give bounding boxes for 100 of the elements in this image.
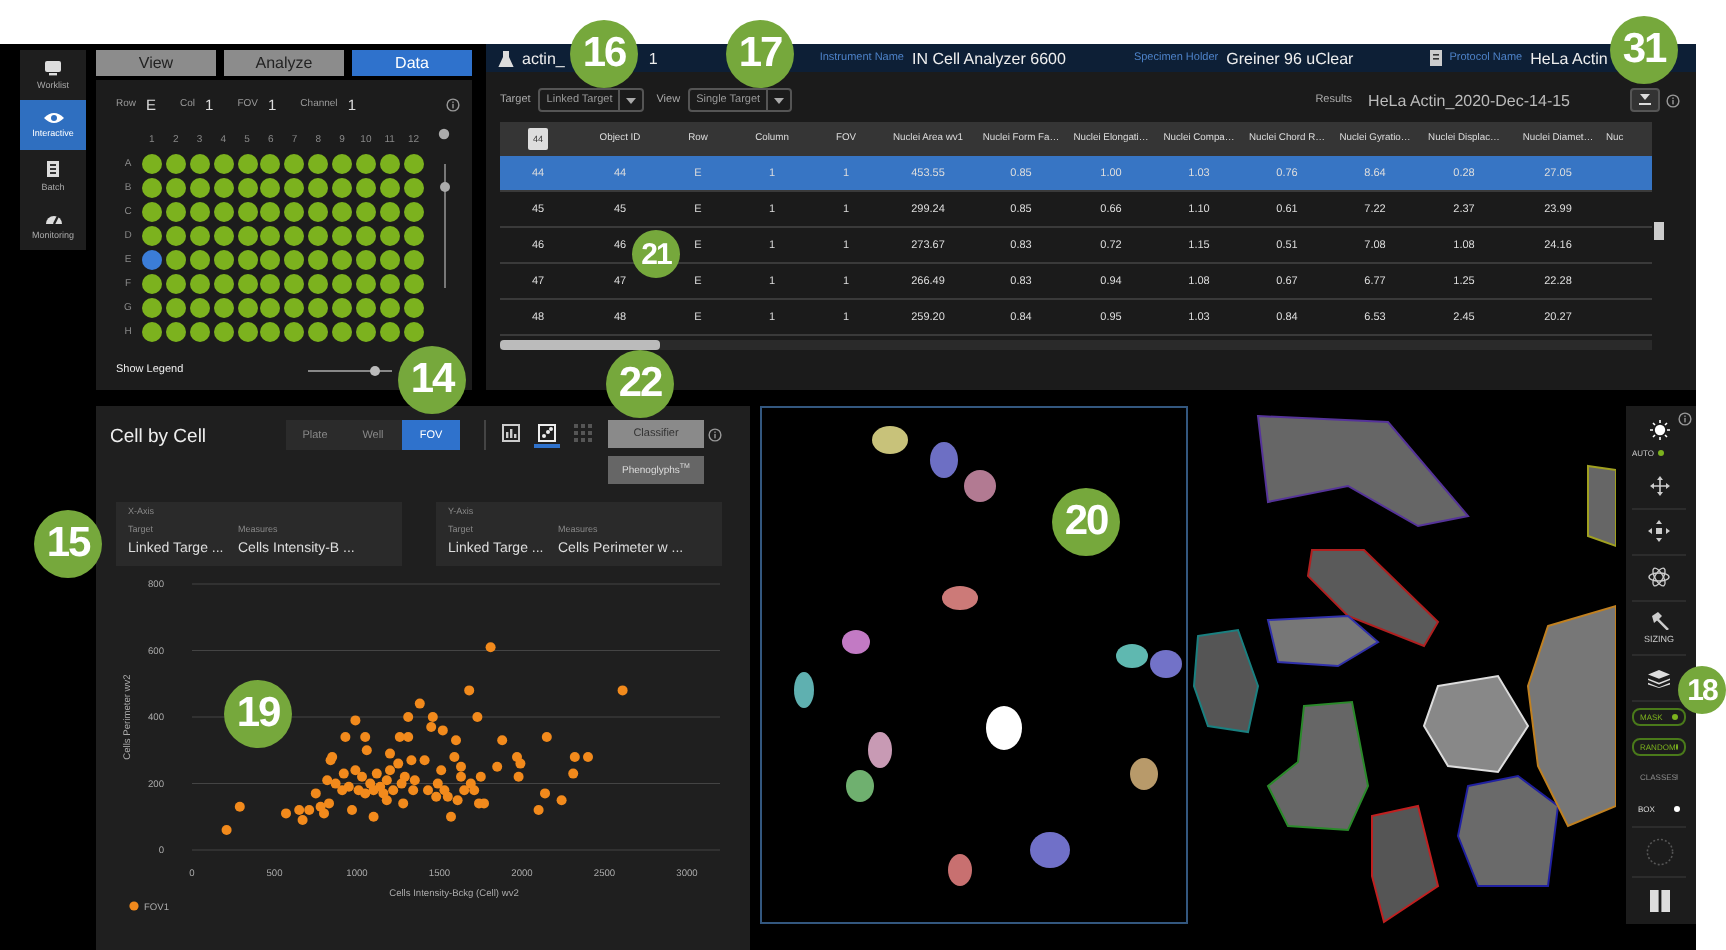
well[interactable]	[332, 226, 353, 246]
data-point[interactable]	[452, 795, 463, 806]
well[interactable]	[379, 178, 400, 198]
well[interactable]	[403, 178, 424, 198]
data-point[interactable]	[456, 771, 466, 782]
data-point[interactable]	[472, 712, 483, 722]
well[interactable]	[141, 154, 162, 174]
well[interactable]	[332, 322, 353, 342]
info-icon[interactable]	[708, 428, 722, 442]
well[interactable]	[379, 274, 400, 294]
data-point[interactable]	[394, 732, 405, 742]
data-point[interactable]	[343, 781, 354, 792]
data-point[interactable]	[310, 788, 321, 799]
data-point[interactable]	[583, 752, 593, 762]
data-point[interactable]	[469, 785, 480, 796]
data-point[interactable]	[330, 778, 341, 789]
well[interactable]	[308, 226, 329, 246]
data-point[interactable]	[403, 732, 414, 742]
data-point[interactable]	[393, 758, 404, 769]
data-point[interactable]	[513, 771, 524, 782]
well[interactable]	[403, 298, 424, 318]
well[interactable]	[284, 250, 305, 270]
tab[interactable]: Data	[352, 50, 472, 76]
view-button[interactable]	[534, 422, 560, 448]
data-point[interactable]	[569, 752, 580, 762]
well[interactable]	[379, 250, 400, 270]
well[interactable]	[260, 322, 281, 342]
data-point[interactable]	[221, 825, 232, 835]
well[interactable]	[189, 298, 210, 318]
well[interactable]	[332, 298, 353, 318]
well[interactable]	[332, 154, 353, 174]
well[interactable]	[332, 178, 353, 198]
data-point[interactable]	[409, 775, 420, 786]
scrollbar[interactable]	[500, 340, 1652, 350]
data-point[interactable]	[541, 732, 552, 742]
well[interactable]	[355, 202, 376, 222]
well[interactable]	[355, 322, 376, 342]
well[interactable]	[141, 178, 162, 198]
well[interactable]	[141, 298, 162, 318]
data-point[interactable]	[319, 808, 329, 819]
data-point[interactable]	[449, 752, 460, 762]
well[interactable]	[355, 250, 376, 270]
data-point[interactable]	[385, 765, 395, 776]
data-point[interactable]	[451, 735, 461, 746]
well[interactable]	[355, 154, 376, 174]
info-icon[interactable]	[1666, 93, 1680, 107]
well[interactable]	[379, 322, 400, 342]
well[interactable]	[165, 322, 186, 342]
data-point[interactable]	[388, 785, 399, 796]
data-point[interactable]	[324, 798, 334, 809]
well[interactable]	[355, 274, 376, 294]
well[interactable]	[332, 274, 353, 294]
well[interactable]	[308, 154, 329, 174]
well[interactable]	[237, 178, 257, 198]
info-icon[interactable]	[446, 97, 460, 111]
well[interactable]	[284, 178, 305, 198]
data-point[interactable]	[512, 752, 522, 762]
tab[interactable]: View	[96, 50, 216, 76]
data-point[interactable]	[617, 685, 628, 696]
well[interactable]	[260, 250, 281, 270]
well[interactable]	[189, 178, 210, 198]
data-point[interactable]	[426, 722, 437, 732]
size-slider[interactable]	[307, 365, 392, 375]
data-point[interactable]	[515, 758, 526, 769]
well[interactable]	[308, 202, 329, 222]
well[interactable]	[189, 226, 210, 246]
data-point[interactable]	[304, 805, 315, 815]
well[interactable]	[237, 298, 257, 318]
data-point[interactable]	[347, 805, 357, 815]
well[interactable]	[237, 250, 257, 270]
well[interactable]	[165, 154, 186, 174]
well[interactable]	[355, 298, 376, 318]
well[interactable]	[165, 202, 186, 222]
data-point[interactable]	[459, 785, 470, 796]
view-button[interactable]	[498, 422, 524, 448]
data-point[interactable]	[368, 811, 379, 822]
data-point[interactable]	[475, 771, 486, 782]
data-point[interactable]	[327, 752, 338, 762]
well[interactable]	[403, 322, 424, 342]
well[interactable]	[379, 226, 400, 246]
zoom-slider[interactable]	[439, 164, 449, 288]
well[interactable]	[213, 322, 234, 342]
well[interactable]	[189, 154, 210, 174]
data-point[interactable]	[492, 761, 503, 772]
well[interactable]	[260, 274, 281, 294]
well[interactable]	[284, 226, 305, 246]
well[interactable]	[403, 154, 424, 174]
well[interactable]	[332, 202, 353, 222]
well[interactable]	[284, 322, 305, 342]
data-point[interactable]	[350, 715, 361, 726]
data-point[interactable]	[436, 765, 447, 776]
well[interactable]	[165, 178, 186, 198]
well[interactable]	[213, 226, 234, 246]
data-point[interactable]	[568, 768, 579, 779]
well[interactable]	[260, 202, 281, 222]
well[interactable]	[355, 178, 376, 198]
well[interactable]	[213, 154, 234, 174]
data-point[interactable]	[419, 755, 430, 766]
well[interactable]	[213, 274, 234, 294]
well[interactable]	[260, 226, 281, 246]
